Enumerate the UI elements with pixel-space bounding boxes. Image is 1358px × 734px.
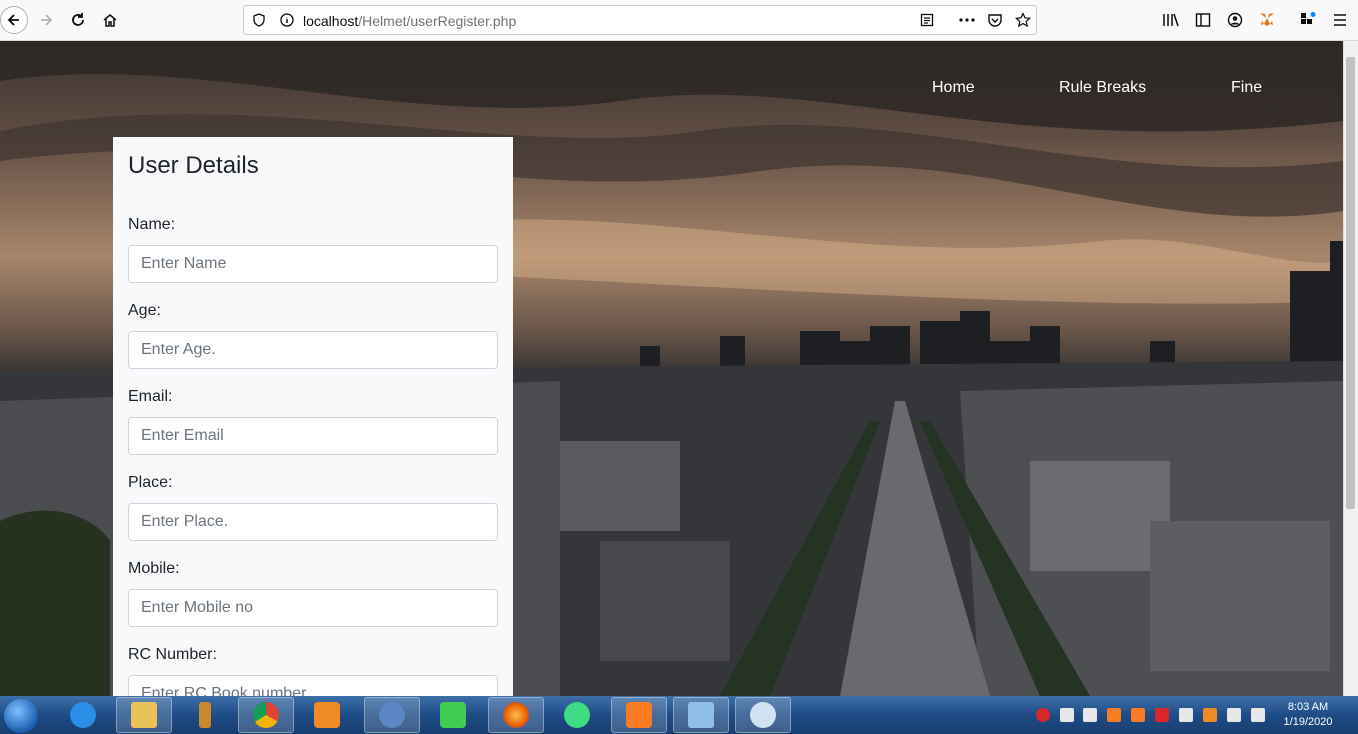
reload-button[interactable] bbox=[68, 10, 88, 30]
network-warning-tray-icon[interactable] bbox=[1060, 708, 1074, 722]
taskbar-qgis-app[interactable] bbox=[364, 697, 420, 733]
virtualbox-icon bbox=[688, 702, 714, 728]
qt-creator-icon bbox=[440, 702, 466, 728]
forward-arrow-icon bbox=[41, 14, 53, 26]
home-button[interactable] bbox=[100, 10, 120, 30]
clock-time: 8:03 AM bbox=[1287, 701, 1329, 713]
nav-rule-breaks[interactable]: Rule Breaks bbox=[1059, 79, 1146, 97]
browser-toolbar: localhost/Helmet/userRegister.php bbox=[0, 0, 1358, 41]
taskbar-media-player[interactable] bbox=[299, 697, 355, 733]
microscope-icon bbox=[199, 702, 211, 728]
place-label: Place: bbox=[128, 474, 173, 491]
taskbar-chrome[interactable] bbox=[238, 697, 294, 733]
xampp-icon bbox=[626, 702, 652, 728]
taskbar-qt-creator[interactable] bbox=[425, 697, 481, 733]
taskbar-firefox[interactable] bbox=[488, 697, 544, 733]
nav-fine[interactable]: Fine bbox=[1231, 79, 1262, 97]
age-label: Age: bbox=[128, 302, 161, 319]
age-input[interactable] bbox=[128, 331, 498, 369]
url-bar[interactable]: localhost/Helmet/userRegister.php bbox=[243, 5, 1037, 35]
record-tray-icon[interactable] bbox=[1155, 708, 1169, 722]
email-input[interactable] bbox=[128, 417, 498, 455]
url-path: /Helmet/userRegister.php bbox=[358, 13, 517, 29]
folder-icon bbox=[131, 702, 157, 728]
name-input[interactable] bbox=[128, 245, 498, 283]
android-studio-icon bbox=[564, 702, 590, 728]
url-text[interactable]: localhost/Helmet/userRegister.php bbox=[303, 13, 516, 29]
account-icon[interactable] bbox=[1227, 12, 1243, 28]
form-title: User Details bbox=[128, 152, 259, 179]
info-icon[interactable] bbox=[280, 13, 294, 27]
media-player-icon bbox=[314, 702, 340, 728]
nav-home[interactable]: Home bbox=[932, 79, 975, 97]
pocket-icon[interactable] bbox=[987, 12, 1003, 28]
internet-explorer-icon bbox=[70, 702, 96, 728]
page-scrollbar[interactable] bbox=[1343, 41, 1358, 696]
battery-tray-icon[interactable] bbox=[1251, 708, 1265, 722]
back-button[interactable] bbox=[0, 6, 28, 34]
hamburger-menu-icon[interactable] bbox=[1332, 12, 1348, 28]
xampp-control-tray-icon[interactable] bbox=[1131, 708, 1145, 722]
place-input[interactable] bbox=[128, 503, 498, 541]
metamask-fox-icon[interactable] bbox=[1258, 11, 1276, 29]
clock-date: 1/19/2020 bbox=[1283, 716, 1333, 728]
home-icon bbox=[103, 14, 117, 27]
page-viewport: Home Rule Breaks Fine User Details Name:… bbox=[0, 41, 1343, 696]
taskbar-xampp[interactable] bbox=[611, 697, 667, 733]
name-label: Name: bbox=[128, 216, 176, 233]
email-label: Email: bbox=[128, 388, 173, 405]
start-button[interactable] bbox=[4, 699, 38, 733]
back-arrow-icon bbox=[7, 14, 19, 26]
shield-icon[interactable] bbox=[252, 13, 266, 27]
xampp-tray-icon[interactable] bbox=[1107, 708, 1121, 722]
taskbar-virtualbox[interactable] bbox=[673, 697, 729, 733]
chrome-icon bbox=[253, 702, 279, 728]
mobile-label: Mobile: bbox=[128, 560, 180, 577]
extensions-icon[interactable] bbox=[1299, 11, 1317, 29]
url-host: localhost bbox=[303, 13, 359, 29]
taskbar-file-explorer[interactable] bbox=[116, 697, 172, 733]
paint-icon bbox=[750, 702, 776, 728]
qgis-icon bbox=[379, 702, 405, 728]
more-actions-icon[interactable] bbox=[958, 13, 976, 27]
library-icon[interactable] bbox=[1162, 12, 1180, 28]
user-details-form: User Details Name: Age: Email: Place: Mo… bbox=[113, 137, 513, 696]
scrollbar-thumb[interactable] bbox=[1346, 57, 1355, 509]
rc-number-label: RC Number: bbox=[128, 646, 217, 663]
taskbar-clock[interactable]: 8:03 AM 1/19/2020 bbox=[1278, 700, 1338, 730]
reload-icon bbox=[72, 13, 84, 26]
rc-number-input[interactable] bbox=[128, 675, 498, 696]
taskbar-microscope-app[interactable] bbox=[177, 697, 233, 733]
metamask-tray-icon[interactable] bbox=[1203, 708, 1217, 722]
bookmark-star-icon[interactable] bbox=[1015, 12, 1031, 28]
forward-button[interactable] bbox=[36, 10, 56, 30]
mobile-input[interactable] bbox=[128, 589, 498, 627]
windows-taskbar: 8:03 AM 1/19/2020 bbox=[0, 696, 1358, 734]
taskbar-paint[interactable] bbox=[735, 697, 791, 733]
signal-tray-icon[interactable] bbox=[1179, 708, 1193, 722]
taskbar-internet-explorer[interactable] bbox=[55, 697, 111, 733]
usb-tray-icon[interactable] bbox=[1227, 708, 1241, 722]
security-tray-icon[interactable] bbox=[1036, 708, 1050, 722]
sidebar-icon[interactable] bbox=[1195, 12, 1211, 28]
firefox-icon bbox=[503, 702, 529, 728]
volume-tray-icon[interactable] bbox=[1083, 708, 1097, 722]
taskbar-android-studio[interactable] bbox=[549, 697, 605, 733]
reader-view-icon[interactable] bbox=[920, 13, 934, 27]
